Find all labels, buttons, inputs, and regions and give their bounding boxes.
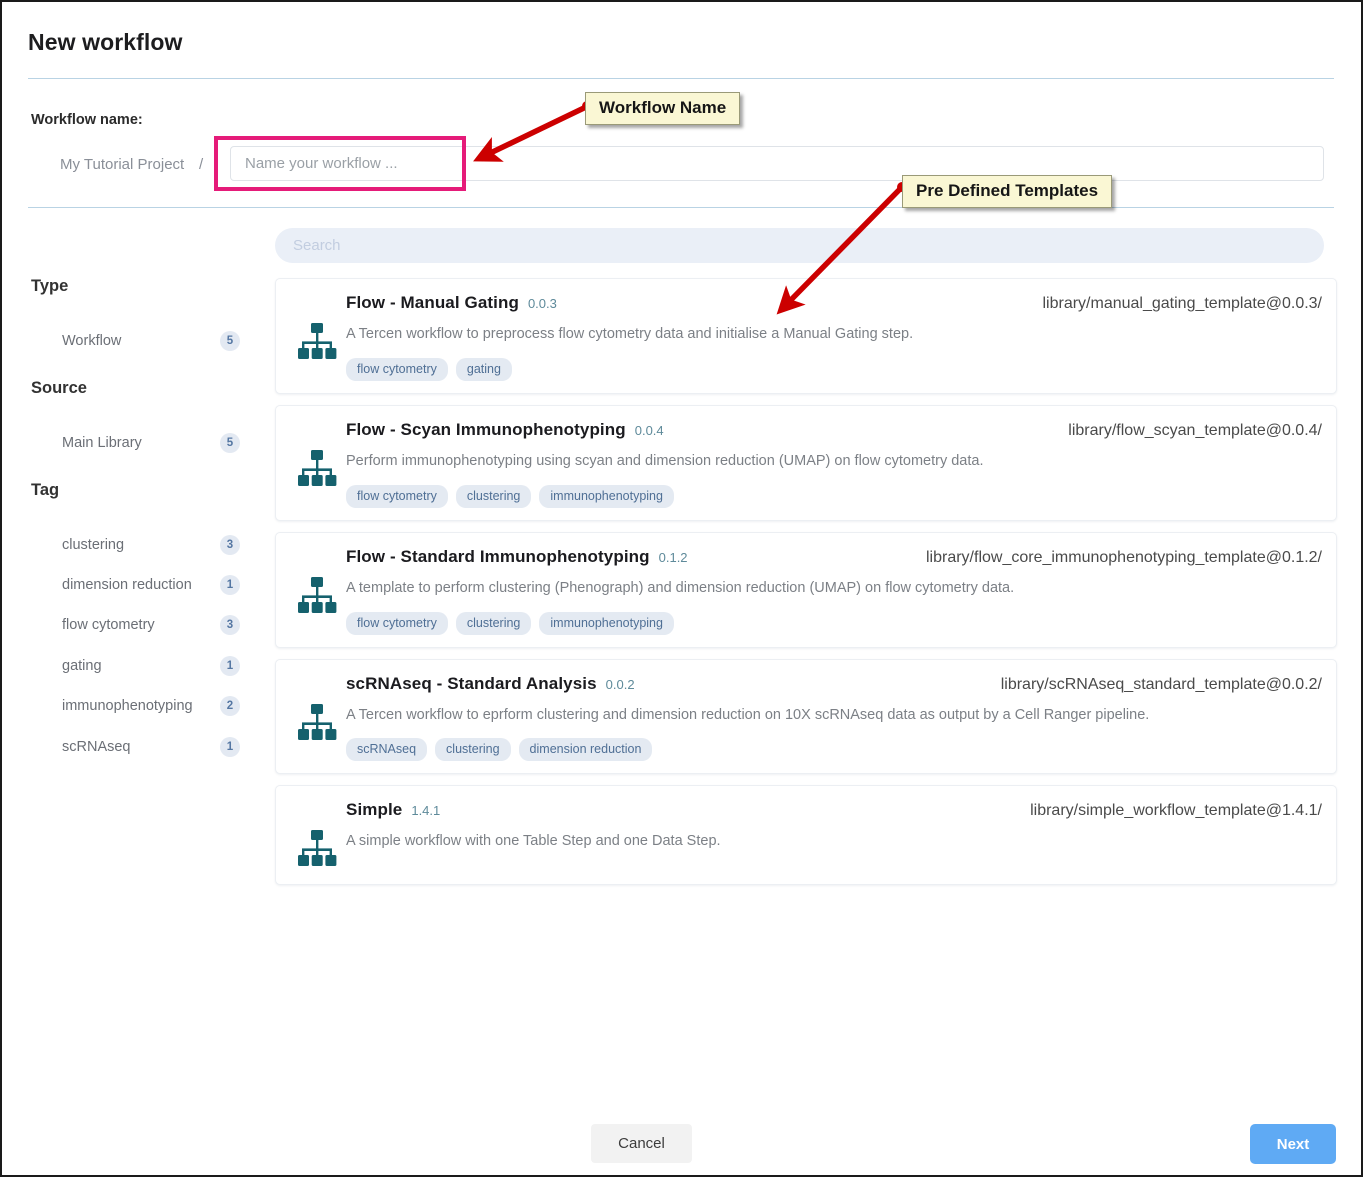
facet-option-count: 1 xyxy=(220,656,240,676)
template-list: Flow - Manual Gating 0.0.3 library/manual_… xyxy=(275,278,1337,896)
facet-option-label: flow cytometry xyxy=(62,617,155,633)
template-title: Flow - Scyan Immunophenotyping xyxy=(346,419,626,439)
template-tag[interactable]: flow cytometry xyxy=(346,611,448,635)
facet-option-count: 1 xyxy=(220,737,240,757)
template-version: 0.1.2 xyxy=(658,549,688,565)
template-description: Perform immunophenotyping using scyan an… xyxy=(346,452,984,469)
pre-defined-templates-callout: Pre Defined Templates xyxy=(902,175,1113,208)
facet-option-gating[interactable]: gating 1 xyxy=(62,655,240,677)
facet-option-clustering[interactable]: clustering 3 xyxy=(62,534,240,556)
template-tag[interactable]: clustering xyxy=(455,484,532,508)
facet-option-count: 2 xyxy=(220,696,240,716)
template-path: library/manual_gating_template@0.0.3/ xyxy=(1042,295,1322,312)
facet-option-label: scRNAseq xyxy=(62,739,131,755)
next-button[interactable]: Next xyxy=(1250,1124,1336,1164)
facet-option-label: clustering xyxy=(62,537,125,553)
template-description: A Tercen workflow to preprocess flow cyt… xyxy=(346,326,914,342)
template-tags: scRNAseq clustering dimension reduction xyxy=(346,738,1318,762)
facet-option-immunophenotyping[interactable]: immunophenotyping 2 xyxy=(62,695,240,717)
template-tag[interactable]: clustering xyxy=(435,738,511,762)
template-description: A template to perform clustering (Phenog… xyxy=(346,579,1015,596)
template-tags: flow cytometry clustering immunophenotypin… xyxy=(346,611,1318,635)
template-icon xyxy=(297,703,337,747)
template-tags: flow cytometry clustering immunophenotypin… xyxy=(346,484,1318,508)
sitemap-icon xyxy=(298,703,337,740)
facet-title-source: Source xyxy=(31,379,87,397)
facet-option-label: immunophenotyping xyxy=(62,698,193,714)
template-path: library/simple_workflow_template@1.4.1/ xyxy=(1030,802,1322,820)
facet-option-dimension-reduction[interactable]: dimension reduction 1 xyxy=(62,574,240,596)
sitemap-icon xyxy=(298,830,337,867)
facet-option-label: Main Library xyxy=(62,435,142,451)
template-tag[interactable]: flow cytometry xyxy=(346,357,448,381)
facet-title-tag: Tag xyxy=(31,481,60,499)
workflow-name-label: Workflow name: xyxy=(31,112,143,128)
template-tag[interactable]: immunophenotyping xyxy=(539,611,674,635)
page-title: New workflow xyxy=(28,29,183,55)
template-tag[interactable]: gating xyxy=(455,357,512,381)
template-description: A Tercen workflow to eprform clustering … xyxy=(346,706,1150,723)
facet-option-scrnaseq[interactable]: scRNAseq 1 xyxy=(62,736,240,758)
sitemap-icon xyxy=(298,576,337,613)
template-tag[interactable]: immunophenotyping xyxy=(539,484,674,508)
template-title: scRNAseq - Standard Analysis xyxy=(346,673,597,693)
new-workflow-dialog: New workflow Workflow name: My Tutorial … xyxy=(0,0,1363,1177)
template-tag[interactable]: flow cytometry xyxy=(346,484,448,508)
facet-title-type: Type xyxy=(31,277,69,295)
facet-option-label: dimension reduction xyxy=(62,577,192,593)
template-version: 0.0.2 xyxy=(605,676,635,692)
template-tags: flow cytometry gating xyxy=(346,357,1318,381)
facet-option-count: 3 xyxy=(220,615,240,635)
facet-option-count: 5 xyxy=(220,433,240,453)
search-input[interactable]: Search xyxy=(275,228,1324,263)
template-title: Simple xyxy=(346,800,403,820)
template-card[interactable]: Flow - Scyan Immunophenotyping 0.0.4 libra… xyxy=(275,404,1337,521)
header-divider xyxy=(28,78,1334,79)
template-icon xyxy=(297,449,337,493)
template-path: library/flow_core_immunophenotyping_temp… xyxy=(925,548,1322,566)
workflow-name-callout: Workflow Name xyxy=(585,92,741,125)
facet-option-main-library[interactable]: Main Library 5 xyxy=(62,432,240,454)
template-tag[interactable]: dimension reduction xyxy=(518,738,653,762)
template-version: 0.0.4 xyxy=(634,422,664,438)
template-version: 1.4.1 xyxy=(411,803,441,819)
template-card[interactable]: Simple 1.4.1 library/simple_workflow_templ… xyxy=(275,785,1337,886)
facet-option-count: 1 xyxy=(220,575,240,595)
facet-option-count: 5 xyxy=(220,331,240,351)
facet-option-workflow[interactable]: Workflow 5 xyxy=(62,330,240,352)
template-tag[interactable]: clustering xyxy=(455,611,532,635)
search-placeholder: Search xyxy=(293,237,341,254)
template-version: 0.0.3 xyxy=(527,296,557,311)
sitemap-icon xyxy=(298,449,337,486)
template-icon xyxy=(297,830,337,873)
breadcrumb-separator: / xyxy=(199,156,204,173)
template-path: library/scRNAseq_standard_template@0.0.2… xyxy=(1000,675,1322,693)
template-path: library/flow_scyan_template@0.0.4/ xyxy=(1068,421,1322,439)
template-icon xyxy=(297,576,337,620)
template-tag[interactable]: scRNAseq xyxy=(346,738,428,762)
facet-option-label: gating xyxy=(62,658,102,674)
template-title: Flow - Manual Gating xyxy=(346,293,519,312)
project-breadcrumb: My Tutorial Project xyxy=(60,156,185,173)
section-divider xyxy=(28,207,1334,208)
template-card[interactable]: Flow - Standard Immunophenotyping 0.1.2 li… xyxy=(275,531,1337,648)
template-card[interactable]: Flow - Manual Gating 0.0.3 library/manual_… xyxy=(275,278,1337,394)
facet-option-count: 3 xyxy=(220,535,240,555)
facet-option-flow-cytometry[interactable]: flow cytometry 3 xyxy=(62,614,240,636)
template-title: Flow - Standard Immunophenotyping xyxy=(346,546,650,566)
template-card[interactable]: scRNAseq - Standard Analysis 0.0.2 library… xyxy=(275,658,1337,775)
template-icon xyxy=(297,323,337,366)
template-description: A simple workflow with one Table Step an… xyxy=(346,833,721,850)
sitemap-icon xyxy=(298,323,337,359)
facet-option-label: Workflow xyxy=(62,333,122,349)
cancel-button[interactable]: Cancel xyxy=(591,1124,692,1163)
workflow-name-highlight-box xyxy=(214,136,466,191)
